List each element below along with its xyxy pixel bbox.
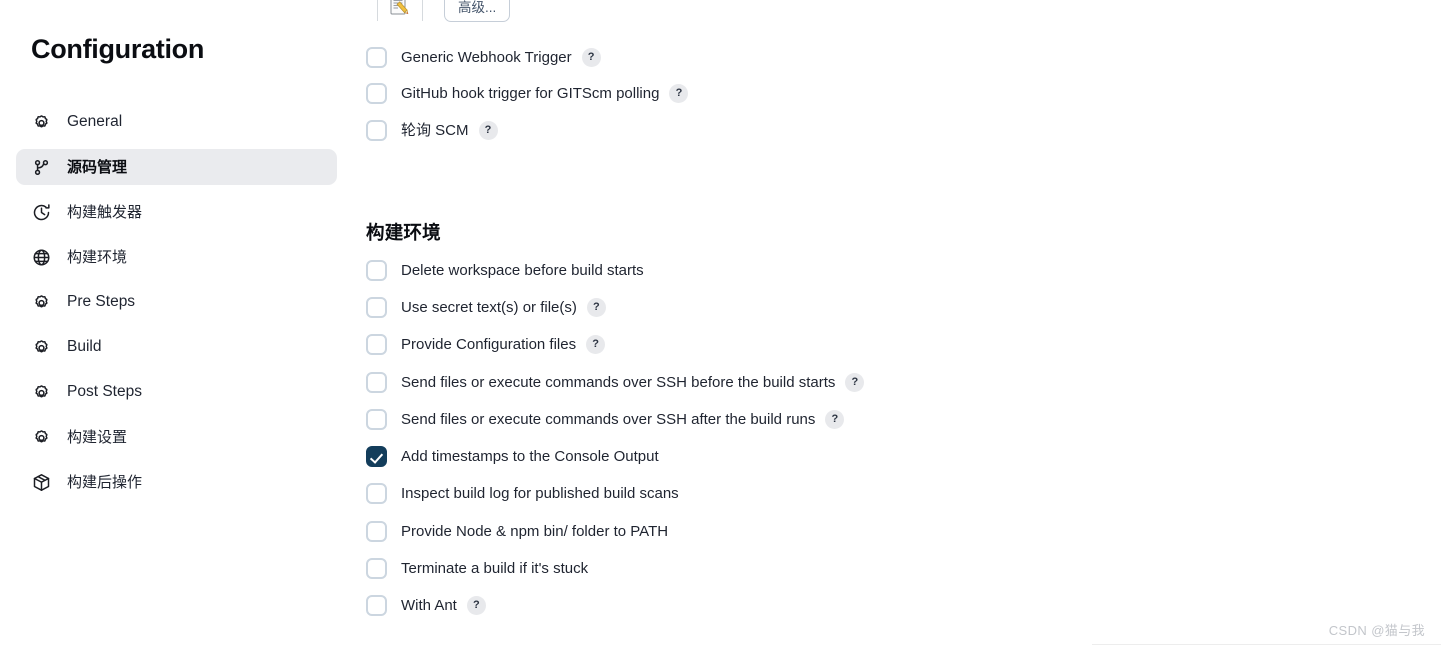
sidebar-item-label: General (67, 113, 123, 131)
sidebar-item-7[interactable]: Post Steps (16, 374, 337, 410)
bottom-divider (1092, 644, 1441, 645)
sidebar-nav: General 源码管理构建触发器构建环境 Pre Steps Build Post S… (16, 104, 337, 509)
help-icon[interactable]: ? (586, 297, 606, 317)
sidebar-item-label: 构建后操作 (67, 473, 143, 491)
checkbox-label[interactable]: Send files or execute commands over SSH … (401, 375, 835, 390)
main-content: 高级... Generic Webhook Trigger? GitHub hoo… (352, 0, 1441, 646)
checkbox-label[interactable]: Add timestamps to the Console Output (401, 449, 659, 464)
sidebar-item-2[interactable]: 源码管理 (16, 149, 337, 185)
checkbox-unchecked[interactable] (366, 119, 387, 141)
scm-toolbar-row: 高级... (366, 0, 511, 28)
watermark: CSDN @猫与我 (1328, 623, 1425, 638)
build-env-row[interactable]: Provide Node & npm bin/ folder to PATH (366, 518, 668, 544)
gear-icon (30, 336, 52, 358)
help-icon[interactable]: ? (581, 47, 601, 67)
help-icon[interactable]: ? (845, 372, 865, 392)
sidebar-item-label: Pre Steps (67, 293, 136, 311)
checkbox-label[interactable]: Delete workspace before build starts (401, 263, 644, 278)
build-env-row[interactable]: Use secret text(s) or file(s)? (366, 294, 606, 320)
sidebar: Configuration General 源码管理构建触发器构建环境 Pre St… (0, 0, 352, 646)
sidebar-item-label: 构建触发器 (67, 203, 143, 221)
checkbox-label[interactable]: Generic Webhook Trigger (401, 50, 572, 65)
git-branch-icon (30, 156, 52, 178)
build-environment-heading: 构建环境 (366, 222, 441, 244)
sidebar-item-label: 源码管理 (67, 158, 128, 176)
checkbox-label[interactable]: Use secret text(s) or file(s) (401, 300, 577, 315)
checkbox-unchecked[interactable] (366, 520, 387, 542)
sidebar-item-8[interactable]: 构建设置 (16, 419, 337, 455)
toolbar-divider-left (377, 0, 378, 21)
checkbox-label[interactable]: Provide Node & npm bin/ folder to PATH (401, 524, 668, 539)
checkbox-checked[interactable] (366, 445, 387, 467)
sidebar-item-4[interactable]: 构建环境 (16, 239, 337, 275)
sidebar-item-5[interactable]: Pre Steps (16, 284, 337, 320)
gear-icon (30, 426, 52, 448)
build-env-row[interactable]: Terminate a build if it's stuck (366, 555, 588, 581)
checkbox-unchecked[interactable] (366, 82, 387, 104)
sidebar-item-9[interactable]: 构建后操作 (16, 464, 337, 500)
checkbox-label[interactable]: Send files or execute commands over SSH … (401, 412, 815, 427)
checkbox-unchecked[interactable] (366, 333, 387, 355)
sidebar-item-label: Build (67, 338, 102, 356)
checkbox-label[interactable]: Terminate a build if it's stuck (401, 561, 588, 576)
package-icon (30, 471, 52, 493)
help-icon[interactable]: ? (466, 595, 486, 615)
notepad-pencil-icon[interactable] (389, 0, 411, 17)
sidebar-item-3[interactable]: 构建触发器 (16, 194, 337, 230)
sidebar-item-6[interactable]: Build (16, 329, 337, 365)
sidebar-item-label: 构建设置 (67, 428, 128, 446)
help-icon[interactable]: ? (669, 83, 689, 103)
sidebar-item-label: 构建环境 (67, 248, 128, 266)
toolbar-divider-right (422, 0, 423, 21)
sidebar-item-label: Post Steps (67, 383, 142, 401)
checkbox-unchecked[interactable] (366, 594, 387, 616)
checkbox-label[interactable]: Provide Configuration files (401, 337, 576, 352)
build-env-row[interactable]: Delete workspace before build starts (366, 257, 644, 283)
checkbox-label[interactable]: With Ant (401, 598, 457, 613)
trigger-row[interactable]: GitHub hook trigger for GITScm polling? (366, 80, 689, 106)
checkbox-unchecked[interactable] (366, 259, 387, 281)
sidebar-item-1[interactable]: General (16, 104, 337, 140)
gear-icon (30, 111, 52, 133)
checkbox-unchecked[interactable] (366, 296, 387, 318)
build-env-row[interactable]: Send files or execute commands over SSH … (366, 406, 845, 432)
checkbox-unchecked[interactable] (366, 371, 387, 393)
build-env-row[interactable]: Add timestamps to the Console Output (366, 443, 659, 469)
configuration-page: Configuration General 源码管理构建触发器构建环境 Pre St… (0, 0, 1441, 646)
checkbox-unchecked[interactable] (366, 557, 387, 579)
build-env-row[interactable]: With Ant? (366, 592, 486, 618)
checkbox-unchecked[interactable] (366, 46, 387, 68)
build-env-row[interactable]: Provide Configuration files? (366, 331, 606, 357)
advanced-button[interactable]: 高级... (444, 0, 511, 22)
trigger-row[interactable]: 轮询 SCM? (366, 117, 498, 143)
globe-icon (30, 246, 52, 268)
trigger-row[interactable]: Generic Webhook Trigger? (366, 44, 601, 70)
checkbox-label[interactable]: GitHub hook trigger for GITScm polling (401, 86, 659, 101)
checkbox-label[interactable]: Inspect build log for published build sc… (401, 486, 679, 501)
checkbox-unchecked[interactable] (366, 482, 387, 504)
page-title: Configuration (31, 34, 205, 64)
build-env-row[interactable]: Inspect build log for published build sc… (366, 480, 679, 506)
build-env-row[interactable]: Send files or execute commands over SSH … (366, 369, 865, 395)
gear-icon (30, 291, 52, 313)
help-icon[interactable]: ? (478, 120, 498, 140)
help-icon[interactable]: ? (586, 334, 606, 354)
checkbox-label[interactable]: 轮询 SCM (401, 123, 469, 138)
checkbox-unchecked[interactable] (366, 408, 387, 430)
clock-icon (30, 201, 52, 223)
gear-icon (30, 381, 52, 403)
help-icon[interactable]: ? (825, 409, 845, 429)
